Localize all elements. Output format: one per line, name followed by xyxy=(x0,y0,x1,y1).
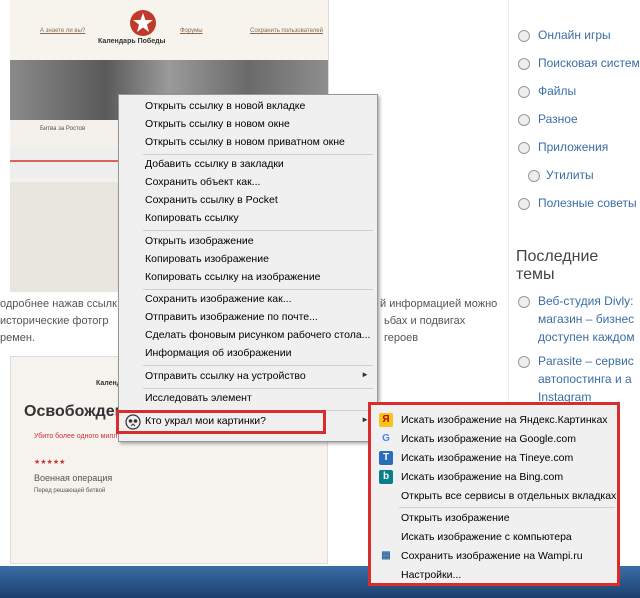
menu-separator xyxy=(143,365,373,366)
menu-item-open-image[interactable]: Открыть изображение xyxy=(145,235,254,247)
recent-topic-link[interactable]: доступен каждом xyxy=(538,330,635,344)
menu-item-save-pocket[interactable]: Сохранить ссылку в Pocket xyxy=(145,194,278,206)
recent-topic-link[interactable]: автопостинга и а xyxy=(538,372,632,386)
highlight-frame xyxy=(368,402,620,586)
menu-item-email-image[interactable]: Отправить изображение по почте... xyxy=(145,311,318,323)
bullet-icon xyxy=(518,58,530,70)
sidebar-item-files[interactable]: Файлы xyxy=(538,84,576,98)
nav-link[interactable]: Сохранить пользователей xyxy=(250,28,323,34)
recent-topic-link[interactable]: Веб-студия Divly: xyxy=(538,294,634,308)
sidebar-item-apps[interactable]: Приложения xyxy=(538,140,608,154)
sidebar-item-tips[interactable]: Полезные советы xyxy=(538,196,637,210)
bullet-icon xyxy=(518,296,530,308)
menu-separator xyxy=(143,289,373,290)
context-menu: Открыть ссылку в новой вкладке Открыть с… xyxy=(118,94,378,442)
bullet-icon xyxy=(518,114,530,126)
recent-topic-link[interactable]: Parasite – сервис xyxy=(538,354,634,368)
menu-item-open-private-window[interactable]: Открыть ссылку в новом приватном окне xyxy=(145,136,345,148)
menu-item-image-info[interactable]: Информация об изображении xyxy=(145,347,291,359)
red-star-logo-icon xyxy=(130,10,156,36)
sidebar-item-search[interactable]: Поисковая систем xyxy=(538,56,640,70)
recent-topic-link[interactable]: магазин – бизнес xyxy=(538,312,634,326)
nav-link[interactable]: А знаете ли вы? xyxy=(40,28,85,34)
menu-item-open-new-tab[interactable]: Открыть ссылку в новой вкладке xyxy=(145,100,305,112)
menu-item-copy-image[interactable]: Копировать изображение xyxy=(145,253,269,265)
menu-item-set-wallpaper[interactable]: Сделать фоновым рисунком рабочего стола.… xyxy=(145,329,370,341)
sidebar-item-misc[interactable]: Разное xyxy=(538,112,578,126)
card-operation: Военная операция xyxy=(34,473,113,483)
site-header: А знаете ли вы? Форумы Сохранить пользов… xyxy=(10,0,328,60)
site-title: Календарь Победы xyxy=(98,38,166,45)
submenu-arrow-icon: ► xyxy=(361,370,369,379)
bullet-icon xyxy=(518,142,530,154)
bullet-icon xyxy=(518,356,530,368)
card-title: Освобожден xyxy=(24,403,125,420)
sidebar-item-utilities[interactable]: Утилиты xyxy=(546,168,594,182)
bullet-icon xyxy=(518,86,530,98)
menu-item-open-new-window[interactable]: Открыть ссылку в новом окне xyxy=(145,118,290,130)
article-line: й информацией можно xyxy=(380,298,498,310)
menu-item-copy-link[interactable]: Копировать ссылку xyxy=(145,212,239,224)
caption: Битва за Ростов xyxy=(40,126,86,132)
menu-item-send-to-device[interactable]: Отправить ссылку на устройство xyxy=(145,370,306,382)
sidebar-item-games[interactable]: Онлайн игры xyxy=(538,28,611,42)
menu-item-copy-image-link[interactable]: Копировать ссылку на изображение xyxy=(145,271,321,283)
highlight-frame xyxy=(116,410,326,434)
article-line: одробнее нажав ссылк xyxy=(0,298,117,310)
menu-item-save-image[interactable]: Сохранить изображение как... xyxy=(145,293,291,305)
article-line: исторические фотогр xyxy=(0,315,109,327)
menu-separator xyxy=(143,388,373,389)
bullet-icon xyxy=(528,170,540,182)
card-battle: Перед решающей битвой xyxy=(34,488,106,494)
nav-link[interactable]: Форумы xyxy=(180,28,203,34)
menu-item-bookmark-link[interactable]: Добавить ссылку в закладки xyxy=(145,158,284,170)
article-line: ремен. xyxy=(0,332,36,344)
rating-stars: ★★★★★ xyxy=(34,459,66,466)
recent-topics-heading: Последние темы xyxy=(516,248,599,283)
menu-separator xyxy=(143,154,373,155)
menu-separator xyxy=(143,230,373,231)
menu-item-save-object[interactable]: Сохранить объект как... xyxy=(145,176,260,188)
bullet-icon xyxy=(518,198,530,210)
menu-item-inspect[interactable]: Исследовать элемент xyxy=(145,392,252,404)
bullet-icon xyxy=(518,30,530,42)
